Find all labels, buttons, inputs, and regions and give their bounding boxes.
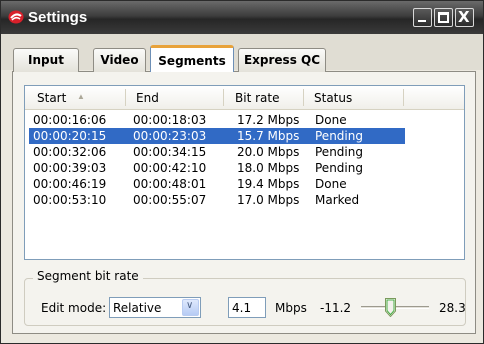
cell-start: 00:00:32:06 xyxy=(33,145,107,159)
edit-mode-select[interactable]: Relative ∨ xyxy=(109,297,201,318)
cell-bitrate: 17.0 Mbps xyxy=(237,193,300,207)
column-header-status[interactable]: Status xyxy=(314,91,352,105)
column-divider[interactable] xyxy=(303,89,304,106)
sort-ascending-icon: ▲ xyxy=(77,92,85,101)
tab-express-qc[interactable]: Express QC xyxy=(238,48,326,72)
cell-status: Pending xyxy=(315,145,363,159)
edit-mode-label: Edit mode: xyxy=(41,301,107,315)
table-row[interactable]: 00:00:39:03 00:00:42:10 18.0 Mbps Pending xyxy=(29,160,405,176)
table-row[interactable]: 00:00:53:10 00:00:55:07 17.0 Mbps Marked xyxy=(29,192,405,208)
title-bar[interactable]: Settings X xyxy=(1,1,483,34)
cell-start: 00:00:16:06 xyxy=(33,113,107,127)
cell-end: 00:00:55:07 xyxy=(133,193,207,207)
cell-bitrate: 17.2 Mbps xyxy=(237,113,300,127)
column-header-bitrate[interactable]: Bit rate xyxy=(235,91,279,105)
table-row[interactable]: 00:00:20:15 00:00:23:03 15.7 Mbps Pending xyxy=(29,128,405,144)
cell-end: 00:00:18:03 xyxy=(133,113,207,127)
cell-status: Marked xyxy=(315,193,360,207)
cell-bitrate: 19.4 Mbps xyxy=(237,177,300,191)
table-row[interactable]: 00:00:16:06 00:00:18:03 17.2 Mbps Done xyxy=(29,112,405,128)
maximize-icon xyxy=(438,12,449,23)
chevron-down-icon: ∨ xyxy=(186,300,194,311)
cell-bitrate: 18.0 Mbps xyxy=(237,161,300,175)
column-header-end[interactable]: End xyxy=(136,91,159,105)
slider-min-label: -11.2 xyxy=(320,301,352,315)
cell-status: Done xyxy=(315,177,347,191)
table-row[interactable]: 00:00:46:19 00:00:48:01 19.4 Mbps Done xyxy=(29,176,405,192)
segment-bitrate-group-title: Segment bit rate xyxy=(33,269,143,283)
cell-bitrate: 15.7 Mbps xyxy=(237,129,300,143)
cell-start: 00:00:53:10 xyxy=(33,193,107,207)
dropdown-button[interactable]: ∨ xyxy=(182,299,199,316)
minimize-icon xyxy=(418,20,426,22)
bitrate-value-field[interactable] xyxy=(229,298,265,317)
minimize-button[interactable] xyxy=(413,8,432,27)
cell-end: 00:00:34:15 xyxy=(133,145,207,159)
column-divider[interactable] xyxy=(403,89,404,106)
edit-mode-value: Relative xyxy=(113,301,162,315)
app-logo-icon xyxy=(8,10,24,24)
cell-status: Pending xyxy=(315,129,363,143)
close-icon: X xyxy=(458,8,470,26)
close-button[interactable]: X xyxy=(455,8,474,27)
tab-segments[interactable]: Segments xyxy=(150,45,234,72)
column-header-start[interactable]: Start xyxy=(37,91,66,105)
segments-list[interactable]: Start ▲ End Bit rate Status 00:00:16:06 0… xyxy=(24,85,465,260)
cell-start: 00:00:39:03 xyxy=(33,161,107,175)
tab-video[interactable]: Video xyxy=(93,48,146,72)
bitrate-unit-label: Mbps xyxy=(275,301,307,315)
cell-status: Pending xyxy=(315,161,363,175)
cell-start: 00:00:46:19 xyxy=(33,177,107,191)
column-divider[interactable] xyxy=(125,89,126,106)
cell-start: 00:00:20:15 xyxy=(33,129,107,143)
tab-input[interactable]: Input xyxy=(13,48,79,72)
cell-bitrate: 20.0 Mbps xyxy=(237,145,300,159)
bitrate-slider-thumb[interactable] xyxy=(385,298,396,317)
table-row[interactable]: 00:00:32:06 00:00:34:15 20.0 Mbps Pending xyxy=(29,144,405,160)
cell-end: 00:00:42:10 xyxy=(133,161,207,175)
column-divider[interactable] xyxy=(223,89,224,106)
window-title: Settings xyxy=(28,9,88,26)
cell-end: 00:00:48:01 xyxy=(133,177,207,191)
cell-status: Done xyxy=(315,113,347,127)
list-header: Start ▲ End Bit rate Status xyxy=(25,86,464,110)
bitrate-value-input[interactable] xyxy=(228,297,266,318)
maximize-button[interactable] xyxy=(434,8,453,27)
cell-end: 00:00:23:03 xyxy=(133,129,207,143)
settings-window: Settings X Input Video Segments Express … xyxy=(0,0,484,344)
slider-max-label: 28.3 xyxy=(439,301,466,315)
